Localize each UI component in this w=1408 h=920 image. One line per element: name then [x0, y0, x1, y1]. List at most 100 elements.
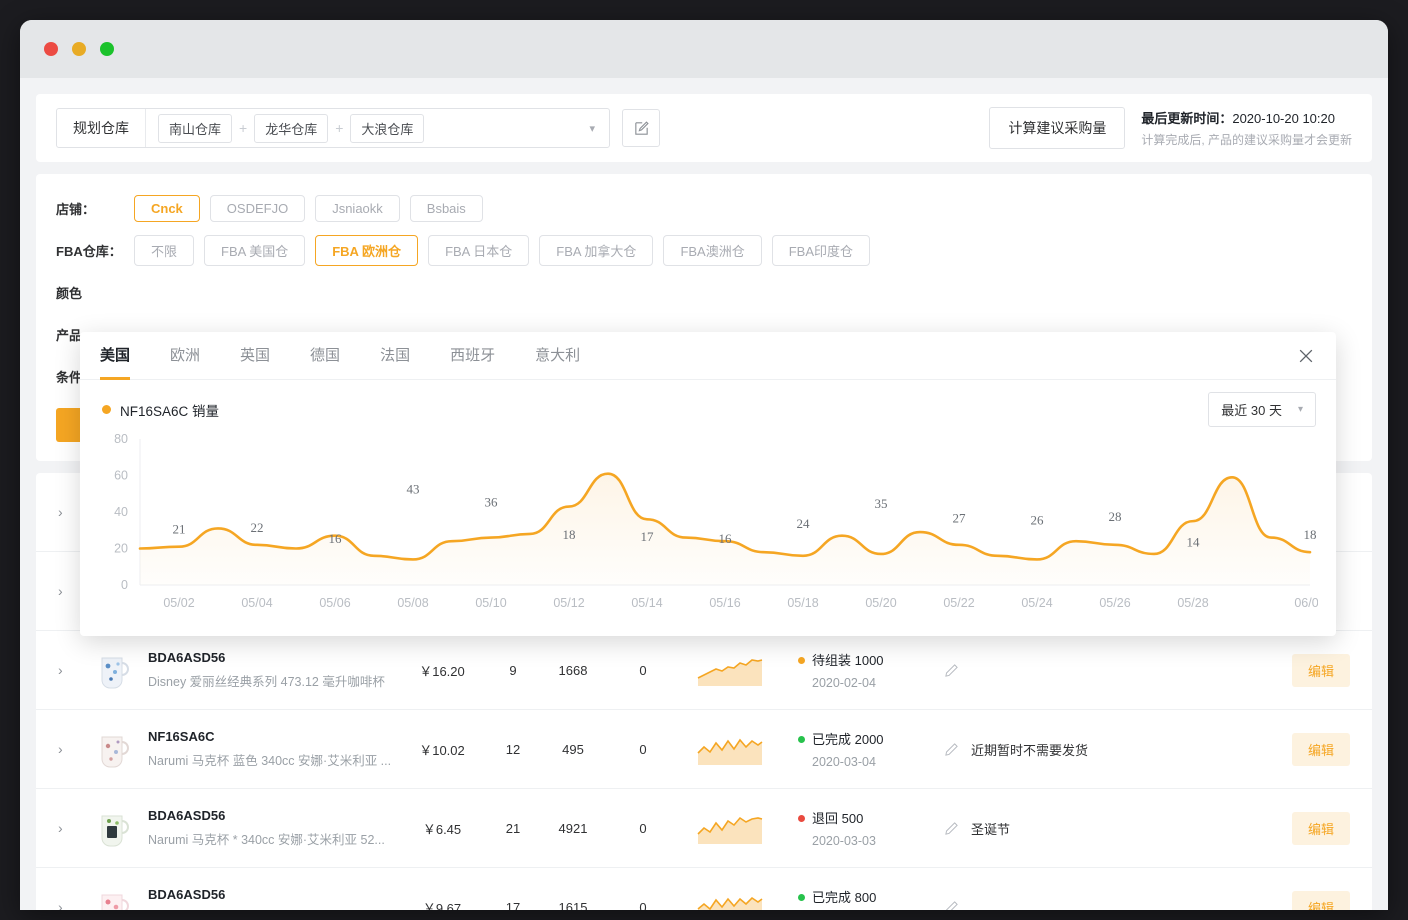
svg-text:05/12: 05/12 [553, 596, 584, 610]
table-row[interactable]: › NF16SA6C Narumi 马克杯 蓝色 340cc 安娜·艾米利亚 .… [36, 710, 1372, 789]
warehouse-tag[interactable]: 南山仓库 [158, 114, 232, 143]
row-note: 近期暂时不需要发货 [934, 740, 1292, 759]
warehouse-tag[interactable]: 大浪仓库 [350, 114, 424, 143]
sales-sparkline[interactable] [676, 652, 784, 688]
edit-warehouse-button[interactable] [622, 109, 660, 147]
row-expand-icon[interactable]: › [58, 820, 92, 836]
shop-chip-jsniaokk[interactable]: Jsniaokk [315, 195, 400, 222]
product-name: Disney 爱丽丝经典系列 473.12 毫升咖啡杯 [148, 671, 394, 690]
row-expand-icon[interactable]: › [58, 899, 92, 910]
fba-chip-jp[interactable]: FBA 日本仓 [428, 235, 529, 266]
window-close-button[interactable] [44, 42, 58, 56]
status-dot [798, 894, 805, 901]
tab-europe[interactable]: 欧洲 [170, 332, 200, 380]
calc-area: 计算建议采购量 最后更新时间：2020-10-20 10:20 计算完成后, 产… [989, 107, 1352, 149]
sales-sparkline[interactable] [676, 731, 784, 767]
edit-row-button[interactable]: 编辑 [1292, 891, 1350, 911]
product-price: ￥6.45 [394, 819, 490, 838]
svg-text:05/04: 05/04 [241, 596, 272, 610]
tab-france[interactable]: 法国 [380, 332, 410, 380]
fba-chip-in[interactable]: FBA印度仓 [772, 235, 870, 266]
product-thumbnail [92, 885, 134, 910]
product-price: ￥9.67 [394, 898, 490, 911]
mug-image [92, 806, 134, 850]
filter-row-fba: FBA仓库： 不限 FBA 美国仓 FBA 欧洲仓 FBA 日本仓 FBA 加拿… [56, 232, 1352, 268]
warehouse-select[interactable]: 规划仓库 南山仓库 + 龙华仓库 + 大浪仓库 ▾ [56, 108, 610, 148]
tab-us[interactable]: 美国 [100, 332, 130, 380]
svg-text:24: 24 [797, 516, 811, 531]
legend-label: NF16SA6C 销量 [120, 400, 219, 420]
mug-image [92, 648, 134, 692]
fba-chip-us[interactable]: FBA 美国仓 [204, 235, 305, 266]
edit-row-button[interactable]: 编辑 [1292, 654, 1350, 687]
tab-italy[interactable]: 意大利 [535, 332, 580, 380]
tab-uk[interactable]: 英国 [240, 332, 270, 380]
table-row[interactable]: › BDA6ASD56 Disney 爱丽丝经典系列 473.12 毫升咖啡杯 [36, 631, 1372, 710]
row-note [934, 663, 1292, 678]
svg-text:17: 17 [641, 529, 655, 544]
shop-chip-cnck[interactable]: Cnck [134, 195, 200, 222]
sales-sparkline[interactable] [676, 889, 784, 910]
date-range-select[interactable]: 最近 30 天 ▾ [1208, 392, 1316, 427]
svg-text:05/06: 05/06 [319, 596, 350, 610]
fba-chip-eu[interactable]: FBA 欧洲仓 [315, 235, 418, 266]
svg-text:80: 80 [114, 432, 128, 446]
row-expand-icon[interactable]: › [58, 662, 92, 678]
warehouse-tag[interactable]: 龙华仓库 [254, 114, 328, 143]
chevron-down-icon[interactable]: ▾ [589, 122, 595, 135]
status-text: 退回 500 [812, 811, 863, 826]
window-titlebar [20, 20, 1388, 78]
fba-chip-list: 不限 FBA 美国仓 FBA 欧洲仓 FBA 日本仓 FBA 加拿大仓 FBA澳… [134, 235, 870, 266]
pencil-icon[interactable] [944, 663, 959, 678]
fba-chip-ca[interactable]: FBA 加拿大仓 [539, 235, 653, 266]
product-name: Narumi 马克杯 蓝色 340cc 安娜·艾米利亚 ... [148, 750, 394, 769]
close-icon[interactable] [1296, 346, 1316, 366]
mug-image [92, 727, 134, 771]
product-col-a: 12 [490, 742, 536, 757]
chart-legend: NF16SA6C 销量 [102, 400, 219, 420]
sparkline-icon [696, 889, 764, 910]
row-status: 已完成 2000 2020-03-04 [784, 729, 934, 769]
last-update-label: 最后更新时间： [1141, 111, 1232, 126]
edit-row-button[interactable]: 编辑 [1292, 812, 1350, 845]
svg-text:16: 16 [329, 531, 343, 546]
update-hint: 计算完成后, 产品的建议采购量才会更新 [1141, 131, 1352, 148]
svg-text:05/24: 05/24 [1021, 596, 1052, 610]
product-col-a: 9 [490, 663, 536, 678]
last-update-line: 最后更新时间：2020-10-20 10:20 [1141, 108, 1352, 127]
sparkline-icon [696, 731, 764, 767]
shop-chip-bsbais[interactable]: Bsbais [410, 195, 483, 222]
calculate-purchase-button[interactable]: 计算建议采购量 [989, 107, 1125, 149]
sales-sparkline[interactable] [676, 810, 784, 846]
row-expand-icon[interactable]: › [58, 741, 92, 757]
row-note: 圣诞节 [934, 819, 1292, 838]
product-price: ￥10.02 [394, 740, 490, 759]
svg-text:05/18: 05/18 [787, 596, 818, 610]
filter-row-shop: 店铺： Cnck OSDEFJO Jsniaokk Bsbais [56, 190, 1352, 226]
tab-germany[interactable]: 德国 [310, 332, 340, 380]
pencil-icon[interactable] [944, 900, 959, 911]
fba-chip-au[interactable]: FBA澳洲仓 [663, 235, 761, 266]
row-status: 待组装 1000 2020-02-04 [784, 650, 934, 690]
svg-text:05/10: 05/10 [475, 596, 506, 610]
page-content: 规划仓库 南山仓库 + 龙华仓库 + 大浪仓库 ▾ [20, 78, 1388, 910]
pencil-icon[interactable] [944, 742, 959, 757]
shop-chip-osdefjo[interactable]: OSDEFJO [210, 195, 305, 222]
window-minimize-button[interactable] [72, 42, 86, 56]
fba-chip-all[interactable]: 不限 [134, 235, 194, 266]
update-info: 最后更新时间：2020-10-20 10:20 计算完成后, 产品的建议采购量才… [1141, 108, 1352, 148]
edit-row-button[interactable]: 编辑 [1292, 733, 1350, 766]
tab-spain[interactable]: 西班牙 [450, 332, 495, 380]
legend-color-dot [102, 405, 111, 414]
edit-square-icon [633, 120, 650, 137]
product-sku: BDA6ASD56 [148, 650, 394, 665]
filter-label-fba: FBA仓库： [56, 241, 134, 260]
pencil-icon[interactable] [944, 821, 959, 836]
window-maximize-button[interactable] [100, 42, 114, 56]
product-name: Narumi 马克杯 * 340cc 安娜·艾米利亚 52... [148, 829, 394, 848]
svg-text:18: 18 [563, 527, 576, 542]
sparkline-icon [696, 652, 764, 688]
table-row[interactable]: › BDA6ASD56 Narumi 马克杯 * 340cc 安娜·艾米利亚 5… [36, 789, 1372, 868]
table-row[interactable]: › BDA6ASD56 NARUMI（Narumi） 安娜·艾米利亚 马克杯 [36, 868, 1372, 910]
svg-text:36: 36 [485, 494, 499, 509]
